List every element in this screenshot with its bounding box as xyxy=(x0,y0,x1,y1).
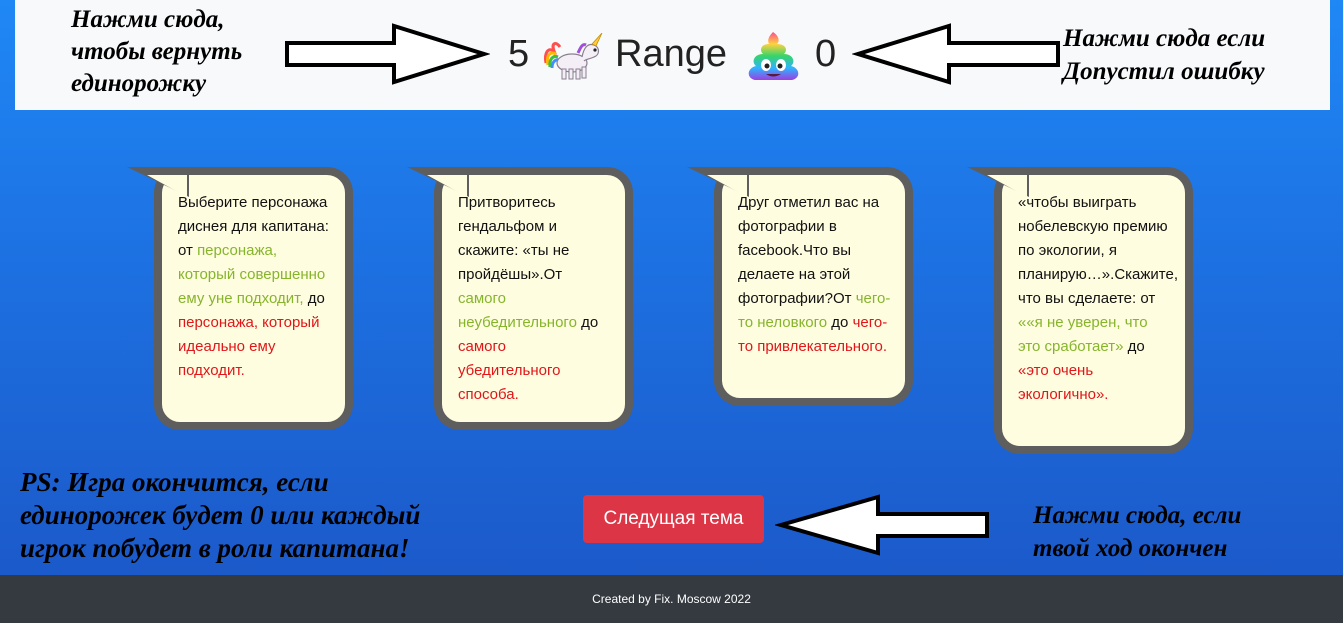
card-text-part: до xyxy=(303,290,325,307)
next-topic-button[interactable]: Следущая тема xyxy=(583,495,764,543)
topic-card: Притворитесь гендальфом и скажите: «ты н… xyxy=(407,167,633,430)
card-text-part: . xyxy=(514,386,519,403)
topic-card: Выберите персонажа диснея для капитана: … xyxy=(127,167,353,430)
card-text: Притворитесь гендальфом и скажите: «ты н… xyxy=(458,191,611,407)
game-over-note: PS: Игра окончится, если единорожек буде… xyxy=(20,467,421,563)
card-text: Выберите персонажа диснея для капитана: … xyxy=(178,191,331,383)
card-text: «чтобы выиграть нобелевскую премию по эк… xyxy=(1018,191,1178,407)
card-text-part: «чтобы выиграть нобелевскую премию по эк… xyxy=(1018,194,1179,307)
card-low-end: самого неубедительного xyxy=(458,290,577,331)
page-title: Range xyxy=(615,33,727,75)
hint-end-turn: Нажми сюда, если твой ход окончен xyxy=(1033,502,1242,562)
card-text-part: . xyxy=(1104,386,1109,403)
card-text-part: . xyxy=(882,338,888,355)
card-text-part: Притворитесь гендальфом и скажите: «ты н… xyxy=(458,194,570,283)
unicorn-icon[interactable] xyxy=(542,33,606,81)
arrow-left-icon xyxy=(852,23,1060,85)
topic-card: «чтобы выиграть нобелевскую премию по эк… xyxy=(967,167,1193,454)
arrow-right-icon xyxy=(285,23,490,85)
topic-card: Друг отметил вас на фотографии в faceboo… xyxy=(687,167,913,406)
card-text-part: до xyxy=(576,314,599,331)
card-text-part: до xyxy=(827,314,853,331)
card-high-end: «это очень экологично» xyxy=(1018,362,1105,403)
footer: Created by Fix. Moscow 2022 xyxy=(0,575,1343,623)
footer-credit: Created by Fix. Moscow 2022 xyxy=(592,592,751,606)
card-text-part: до xyxy=(1123,338,1145,355)
card-text: Друг отметил вас на фотографии в faceboo… xyxy=(738,191,891,359)
arrow-left-icon xyxy=(775,494,989,556)
card-high-end: персонажа, который идеально ему подходит xyxy=(178,314,320,379)
rainbow-poop-icon[interactable] xyxy=(746,30,801,82)
hint-undo-mistake: Нажми сюда если Допустил ошибку xyxy=(1063,25,1266,85)
hint-return-unicorn: Нажми сюда, чтобы вернуть единорожку xyxy=(71,6,243,97)
card-text-part: . xyxy=(240,362,245,379)
poop-count[interactable]: 0 xyxy=(815,28,836,80)
card-high-end: самого убедительного способа xyxy=(458,338,561,403)
unicorn-count[interactable]: 5 xyxy=(508,28,529,80)
